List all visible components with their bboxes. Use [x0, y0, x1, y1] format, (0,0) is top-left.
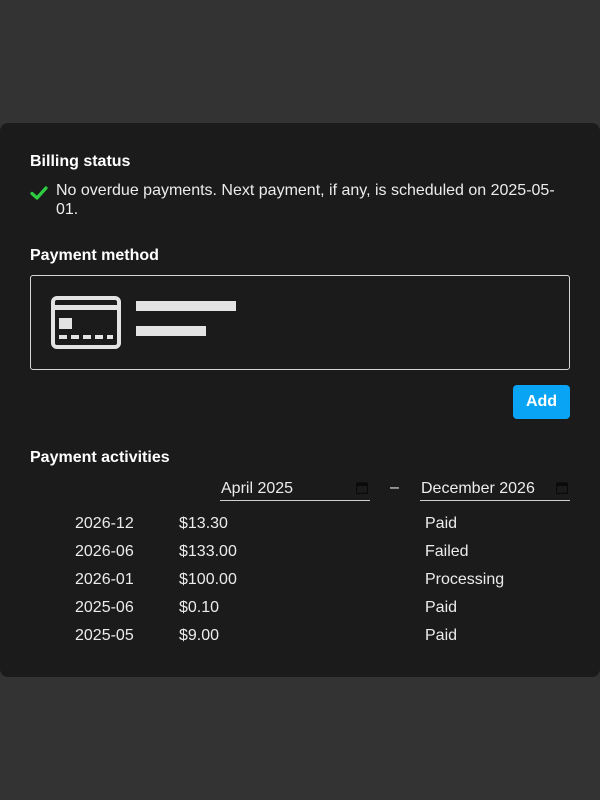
- table-row: 2025-05 $9.00 Paid: [0, 625, 600, 653]
- table-row: 2026-06 $133.00 Failed: [0, 541, 600, 569]
- add-payment-method-button[interactable]: Add: [513, 385, 570, 419]
- activity-status: Processing: [425, 571, 505, 588]
- billing-status-title: Billing status: [30, 153, 131, 170]
- table-row: 2025-06 $0.10 Paid: [0, 597, 600, 625]
- payment-activities-title: Payment activities: [30, 449, 170, 466]
- calendar-icon[interactable]: [556, 482, 568, 494]
- activity-amount: $13.30: [179, 515, 228, 532]
- date-to-value: December 2026: [421, 479, 535, 497]
- billing-status-text: No overdue payments. Next payment, if an…: [56, 182, 555, 218]
- activity-status: Paid: [425, 515, 458, 532]
- activity-amount: $133.00: [179, 543, 237, 560]
- activity-date: 2025-06: [75, 599, 134, 616]
- card-expiry-placeholder: [136, 326, 206, 336]
- activity-amount: $9.00: [179, 627, 220, 644]
- activity-date: 2026-12: [75, 515, 134, 532]
- card-number-placeholder: [136, 301, 236, 311]
- activity-status: Paid: [425, 627, 458, 644]
- date-from-input[interactable]: April 2025: [220, 477, 370, 501]
- table-row: 2026-01 $100.00 Processing: [0, 569, 600, 597]
- date-from-value: April 2025: [221, 479, 294, 497]
- activity-date: 2025-05: [75, 627, 134, 644]
- activity-status: Paid: [425, 599, 458, 616]
- activity-status: Failed: [425, 543, 469, 560]
- activity-date: 2026-06: [75, 543, 134, 560]
- credit-card-icon: [51, 296, 121, 349]
- table-row: 2026-12 $13.30 Paid: [0, 513, 600, 541]
- activity-date: 2026-01: [75, 571, 134, 588]
- date-to-input[interactable]: December 2026: [420, 477, 570, 501]
- billing-status-row: No overdue payments. Next payment, if an…: [30, 181, 570, 219]
- activity-amount: $100.00: [179, 571, 237, 588]
- payment-activities-list: 2026-12 $13.30 Paid 2026-06 $133.00 Fail…: [0, 513, 600, 653]
- date-range-separator: –: [390, 479, 399, 496]
- activity-amount: $0.10: [179, 599, 220, 616]
- payment-method-card[interactable]: [30, 275, 570, 370]
- checkmark-icon: [30, 186, 48, 200]
- calendar-icon[interactable]: [356, 482, 368, 494]
- billing-panel: Billing status No overdue payments. Next…: [0, 123, 600, 677]
- payment-method-title: Payment method: [30, 247, 159, 264]
